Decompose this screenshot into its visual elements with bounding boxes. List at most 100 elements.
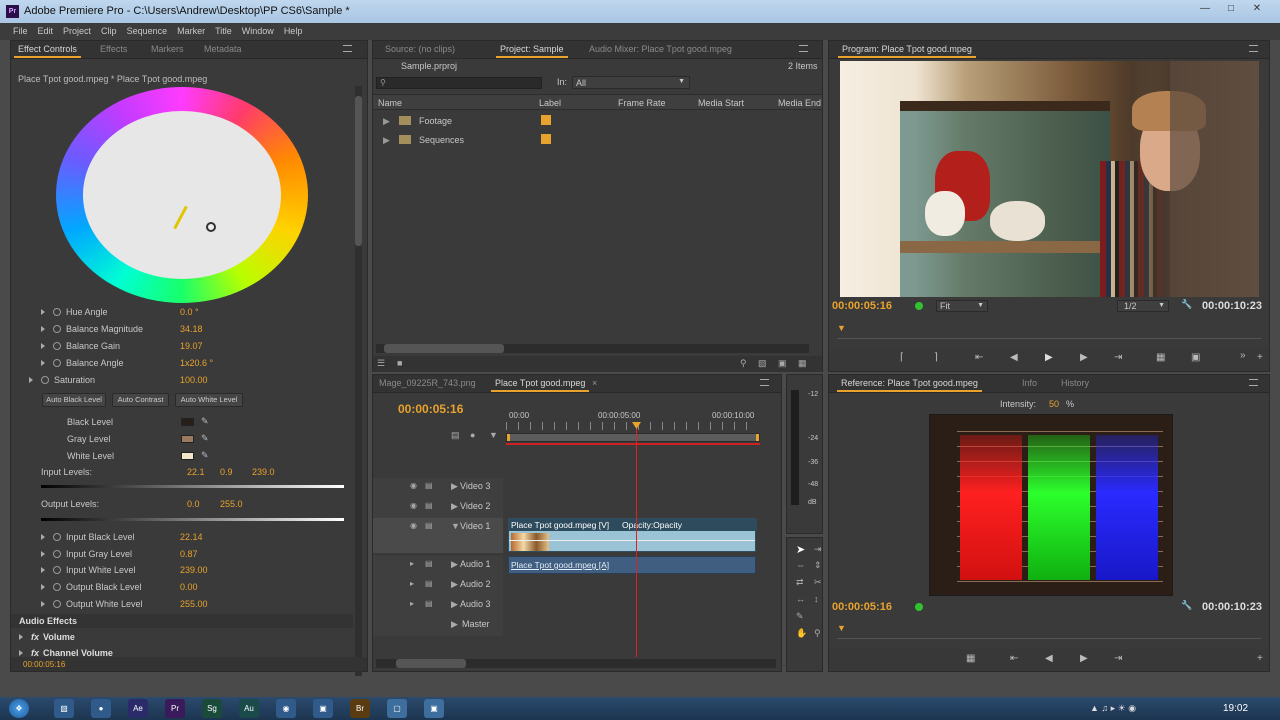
speedgrade-taskbar-icon[interactable]: Sg — [202, 699, 222, 718]
white-level-swatch[interactable] — [181, 452, 194, 460]
in-dropdown[interactable]: All ▼ — [572, 76, 690, 89]
menu-window[interactable]: Window — [237, 23, 279, 39]
program-timecode[interactable]: 00:00:05:16 — [832, 300, 892, 312]
timeline-ruler[interactable] — [506, 422, 758, 430]
menu-file[interactable]: File — [8, 23, 33, 39]
stopwatch-icon[interactable] — [53, 550, 61, 558]
col-media-start[interactable]: Media Start — [698, 98, 744, 108]
input-white-level-row[interactable]: Input White Level — [41, 565, 136, 575]
col-frame-rate[interactable]: Frame Rate — [618, 98, 666, 108]
panel-menu-icon[interactable] — [1249, 379, 1258, 386]
input-white-value[interactable]: 239.0 — [252, 467, 275, 477]
expand-track-icon[interactable]: ▶ — [451, 599, 458, 610]
list-item[interactable]: ▶ Footage — [373, 113, 813, 132]
window-taskbar-icon[interactable]: ▢ — [387, 699, 407, 718]
premiere-taskbar-icon[interactable]: Pr — [165, 699, 185, 718]
expand-track-icon[interactable]: ▶ — [451, 501, 458, 512]
tab-info[interactable]: Info — [1022, 378, 1037, 388]
menu-clip[interactable]: Clip — [96, 23, 122, 39]
speaker-icon[interactable]: ▸ — [410, 559, 419, 568]
video-clip[interactable]: Place Tpot good.mpeg [V] Opacity:Opacity — [508, 518, 757, 552]
output-levels-slider[interactable] — [41, 518, 344, 521]
tool-taskbar-icon[interactable]: ▣ — [424, 699, 444, 718]
input-levels-slider[interactable] — [41, 485, 344, 488]
input-black-value[interactable]: 22.1 — [187, 467, 205, 477]
balance-angle-row[interactable]: Balance Angle — [41, 358, 124, 368]
input-white-level-value[interactable]: 239.00 — [180, 565, 208, 575]
output-black-value[interactable]: 0.0 — [187, 499, 200, 509]
maximize-button[interactable]: □ — [1218, 2, 1244, 16]
list-view-icon[interactable]: ☰ — [377, 358, 385, 369]
step-back-icon[interactable]: ◀ — [1010, 352, 1018, 363]
marker-icon[interactable]: ● — [470, 430, 475, 440]
output-black-level-value[interactable]: 0.00 — [180, 582, 198, 592]
find-icon[interactable]: ⚲ — [740, 358, 747, 369]
project-h-scrollbar[interactable] — [376, 344, 809, 353]
effect-controls-scrollbar[interactable] — [355, 86, 362, 676]
audition-taskbar-icon[interactable]: Au — [239, 699, 259, 718]
timeline-timecode[interactable]: 00:00:05:16 — [398, 402, 463, 416]
tray-icons[interactable]: ▲ ♫ ▸ ☀ ◉ — [1090, 703, 1136, 714]
effect-timecode[interactable]: 00:00:05:16 — [23, 660, 65, 669]
reference-timecode[interactable]: 00:00:05:16 — [832, 601, 892, 613]
intensity-value[interactable]: 50 — [1049, 399, 1059, 409]
start-button[interactable]: ❖ — [9, 699, 29, 718]
black-level-swatch[interactable] — [181, 418, 194, 426]
snap-icon[interactable]: ▤ — [451, 430, 460, 441]
wrench-icon[interactable]: 🔧 — [1181, 600, 1192, 611]
razor-tool-icon[interactable]: ✂ — [814, 577, 822, 588]
add-button-icon[interactable]: + — [1257, 653, 1263, 664]
mark-in-icon[interactable]: ⌈ — [900, 352, 904, 363]
zoom-tool-icon[interactable]: ⚲ — [814, 628, 821, 639]
fit-dropdown[interactable]: Fit ▼ — [936, 300, 988, 312]
project-search-input[interactable]: ⚲ — [376, 77, 542, 89]
pen-tool-icon[interactable]: ✎ — [796, 611, 804, 622]
output-white-level-value[interactable]: 255.00 — [180, 599, 208, 609]
bridge-taskbar-icon[interactable]: Br — [350, 699, 370, 718]
tab-sequence-image[interactable]: Mage_09225R_743.png — [379, 378, 476, 388]
input-gray-level-value[interactable]: 0.87 — [180, 549, 198, 559]
app-taskbar-icon[interactable]: ▣ — [313, 699, 333, 718]
speaker-icon[interactable]: ▸ — [410, 579, 419, 588]
hue-angle-value[interactable]: 0.0 ° — [180, 307, 199, 317]
selection-tool-icon[interactable]: ➤ — [796, 543, 805, 556]
tab-audio-mixer[interactable]: Audio Mixer: Place Tpot good.mpeg — [589, 44, 732, 54]
menu-help[interactable]: Help — [279, 23, 308, 39]
close-tab-icon[interactable]: × — [592, 378, 597, 388]
work-area-bar[interactable] — [506, 433, 760, 442]
tab-source[interactable]: Source: (no clips) — [385, 44, 455, 54]
gang-to-program-icon[interactable]: ▦ — [966, 653, 975, 664]
eye-icon[interactable]: ◉ — [410, 481, 419, 490]
tab-sequence-tpot[interactable]: Place Tpot good.mpeg — [490, 378, 590, 392]
list-item[interactable]: ▶ Sequences — [373, 132, 813, 151]
lock-icon[interactable]: ▤ — [425, 501, 434, 510]
eyedropper-icon[interactable]: ✎ — [201, 433, 209, 444]
rate-stretch-tool-icon[interactable]: ⇄ — [796, 577, 804, 588]
mark-out-icon[interactable]: ⌉ — [934, 352, 938, 363]
panel-menu-icon[interactable] — [1249, 45, 1258, 52]
timeline-h-scrollbar[interactable] — [376, 659, 776, 668]
output-white-level-row[interactable]: Output White Level — [41, 599, 143, 609]
icon-view-icon[interactable]: ■ — [397, 358, 402, 368]
balance-gain-value[interactable]: 19.07 — [180, 341, 203, 351]
input-gray-level-row[interactable]: Input Gray Level — [41, 549, 132, 559]
menu-project[interactable]: Project — [58, 23, 96, 39]
rolling-edit-tool-icon[interactable]: ⇕ — [814, 560, 822, 571]
expand-track-icon[interactable]: ▶ — [451, 481, 458, 492]
input-black-level-row[interactable]: Input Black Level — [41, 532, 135, 542]
app-taskbar-icon[interactable]: ◉ — [276, 699, 296, 718]
menu-sequence[interactable]: Sequence — [122, 23, 173, 39]
new-item-icon[interactable]: ▣ — [778, 358, 787, 369]
tab-markers[interactable]: Markers — [151, 44, 184, 54]
lock-icon[interactable]: ▤ — [425, 481, 434, 490]
color-wheel[interactable] — [56, 87, 308, 303]
panel-menu-icon[interactable] — [799, 45, 808, 52]
col-name[interactable]: Name — [378, 98, 402, 108]
export-frame-icon[interactable]: ▣ — [1191, 352, 1200, 363]
label-color-swatch[interactable] — [541, 115, 551, 125]
balance-magnitude-row[interactable]: Balance Magnitude — [41, 324, 143, 334]
tab-history[interactable]: History — [1061, 378, 1089, 388]
label-color-swatch[interactable] — [541, 134, 551, 144]
program-timeruler[interactable]: ▼ — [837, 323, 1261, 339]
lock-icon[interactable]: ▤ — [425, 521, 434, 530]
